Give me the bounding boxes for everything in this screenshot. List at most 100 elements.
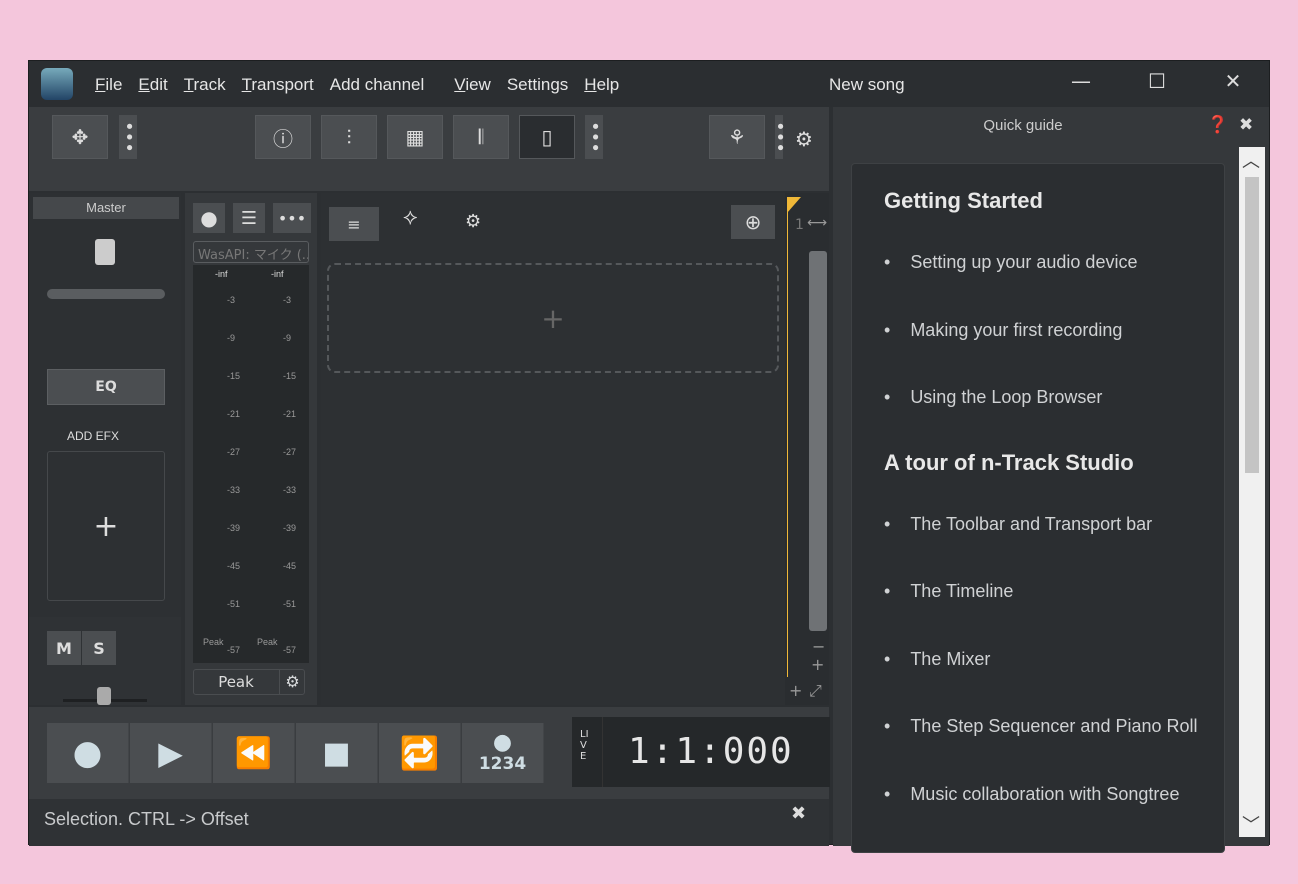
menu-help[interactable]: Help	[584, 75, 619, 95]
timeline-settings-gear-icon[interactable]: ⚙	[465, 211, 481, 232]
solo-button[interactable]: S	[82, 631, 116, 665]
meter-scale-label: -27	[227, 447, 241, 457]
menu-view[interactable]: View	[454, 75, 491, 95]
meter-scale-label: -39	[227, 523, 241, 533]
zoom-in-icon[interactable]: +	[811, 655, 824, 674]
mixer-icon[interactable]: ⫶	[321, 115, 377, 159]
title-bar: File Edit Track Transport Add channel Vi…	[29, 61, 1269, 107]
level-meter: -inf -inf -3 -3 -9 -9 -15 -15 -21 -21 -27 -27 -33 -…	[193, 265, 309, 663]
minimize-button[interactable]: —	[1061, 69, 1101, 99]
meter-scale-label: -57	[283, 645, 297, 655]
add-track-icon[interactable]: ⊕	[731, 205, 775, 239]
loop-button[interactable]: 🔁	[379, 723, 461, 783]
play-button[interactable]: ▶	[130, 723, 212, 783]
menu-bar: File Edit Track Transport Add channel Vi…	[95, 75, 635, 95]
pan-slider[interactable]	[47, 289, 165, 299]
tuner-icon[interactable]: ▯	[519, 115, 575, 159]
info-icon[interactable]: ⓘ	[255, 115, 311, 159]
vertical-zoom-scrollbar[interactable]	[809, 251, 827, 631]
more-icon[interactable]: •••	[769, 115, 790, 159]
add-efx-button[interactable]: +	[47, 451, 165, 601]
step-sequencer-icon[interactable]: ▦	[387, 115, 443, 159]
menu-transport[interactable]: Transport	[242, 75, 314, 95]
guide-link[interactable]: The Step Sequencer and Piano Roll	[884, 716, 1197, 737]
meter-scale-label: -51	[227, 599, 241, 609]
menu-track[interactable]: Track	[184, 75, 226, 95]
app-logo-icon	[41, 68, 73, 100]
eq-button[interactable]: EQ	[47, 369, 165, 405]
guide-link[interactable]: Using the Loop Browser	[884, 387, 1102, 408]
app-window: File Edit Track Transport Add channel Vi…	[28, 60, 1270, 853]
help-icon[interactable]: ❓	[1207, 115, 1228, 135]
settings-gear-icon[interactable]: ⚙	[795, 127, 813, 151]
count-in-button[interactable]: ● 1234	[462, 723, 544, 783]
more-icon[interactable]: •••	[584, 115, 605, 159]
guide-title: Quick guide	[983, 117, 1063, 134]
list-icon[interactable]: ☰	[233, 203, 265, 233]
timeline: ≡ ⟡ ⚙ ⊕ +	[321, 193, 785, 705]
playhead-marker[interactable]	[787, 197, 801, 213]
add-track-dropzone[interactable]: +	[327, 263, 779, 373]
volume-slider-handle[interactable]	[97, 687, 111, 705]
ruler-position: 1	[795, 217, 804, 233]
more-icon[interactable]: •••	[118, 115, 139, 159]
piano-icon[interactable]: 𝄃	[453, 115, 509, 159]
more-icon[interactable]: •••	[273, 203, 311, 233]
automation-icon[interactable]: ⟡	[403, 205, 418, 230]
scroll-down-icon[interactable]: ﹀	[1242, 811, 1260, 837]
zoom-out-icon[interactable]: −	[812, 637, 825, 656]
scroll-up-icon[interactable]: ︿	[1242, 147, 1260, 173]
guide-content: Getting Started Setting up your audio dev…	[851, 163, 1225, 853]
mute-button[interactable]: M	[47, 631, 81, 665]
meter-scale-label: -3	[227, 295, 236, 305]
menu-file[interactable]: File	[95, 75, 122, 95]
fit-horizontal-icon[interactable]: ⟷	[807, 215, 827, 231]
close-status-icon[interactable]: ✖	[791, 803, 806, 824]
metronome-dot-icon: ●	[492, 730, 513, 755]
guide-scrollbar[interactable]: ︿ ﹀	[1239, 147, 1265, 837]
timeline-side: 1 ⟷ − + + ⤢	[785, 193, 829, 705]
divider	[602, 717, 603, 787]
meter-scale-label: -15	[283, 371, 297, 381]
meter-inf-left: -inf	[215, 269, 228, 279]
status-bar: Selection. CTRL -> Offset ✖	[29, 799, 829, 846]
window-title: New song	[829, 75, 905, 94]
songtree-icon[interactable]: ⚘	[709, 115, 765, 159]
transport-bar: ● ▶ ⏪ ■ 🔁 ● 1234 LIVE 1:1:000	[29, 707, 830, 799]
meter-scale-label: -9	[227, 333, 236, 343]
meter-scale-label: -3	[283, 295, 292, 305]
peak-button[interactable]: Peak	[194, 670, 278, 694]
meter-scale-label: -51	[283, 599, 297, 609]
track-menu-icon[interactable]: ≡	[329, 207, 379, 241]
guide-link[interactable]: Making your first recording	[884, 320, 1122, 341]
meter-scale-label: -21	[227, 409, 241, 419]
stop-button[interactable]: ■	[296, 723, 378, 783]
input-device-field[interactable]: WasAPI: マイク (...	[193, 241, 309, 263]
rewind-button[interactable]: ⏪	[213, 723, 295, 783]
menu-settings[interactable]: Settings	[507, 75, 568, 95]
record-button[interactable]: ●	[47, 723, 129, 783]
live-indicator[interactable]: LIVE	[580, 729, 590, 762]
meter-scale-label: -33	[227, 485, 241, 495]
maximize-button[interactable]: ☐	[1137, 69, 1177, 99]
guide-link[interactable]: The Toolbar and Transport bar	[884, 514, 1152, 535]
close-guide-icon[interactable]: ✖	[1239, 115, 1253, 135]
scroll-thumb[interactable]	[1245, 177, 1259, 473]
close-button[interactable]: ✕	[1213, 69, 1253, 99]
meter-scale-label: -15	[227, 371, 241, 381]
meter-settings-gear-icon[interactable]: ⚙	[279, 670, 305, 694]
record-arm-icon[interactable]: ●	[193, 203, 225, 233]
time-display: LIVE 1:1:000	[572, 717, 830, 787]
menu-add-channel[interactable]: Add channel	[330, 75, 425, 95]
guide-link[interactable]: Setting up your audio device	[884, 252, 1137, 273]
guide-link[interactable]: The Mixer	[884, 649, 990, 670]
fullscreen-icon[interactable]: ⤢	[809, 681, 822, 701]
menu-edit[interactable]: Edit	[138, 75, 167, 95]
toolbar: ✥ ••• ⓘ ⫶ ▦ 𝄃 ▯ ••• ⚘ ••• ⚙	[29, 107, 829, 191]
move-icon[interactable]: ✥	[52, 115, 108, 159]
guide-link[interactable]: Music collaboration with Songtree	[884, 784, 1179, 805]
add-icon[interactable]: +	[789, 681, 802, 700]
meter-scale-label: -21	[283, 409, 297, 419]
guide-section-heading: Getting Started	[884, 188, 1043, 213]
guide-link[interactable]: The Timeline	[884, 581, 1013, 602]
